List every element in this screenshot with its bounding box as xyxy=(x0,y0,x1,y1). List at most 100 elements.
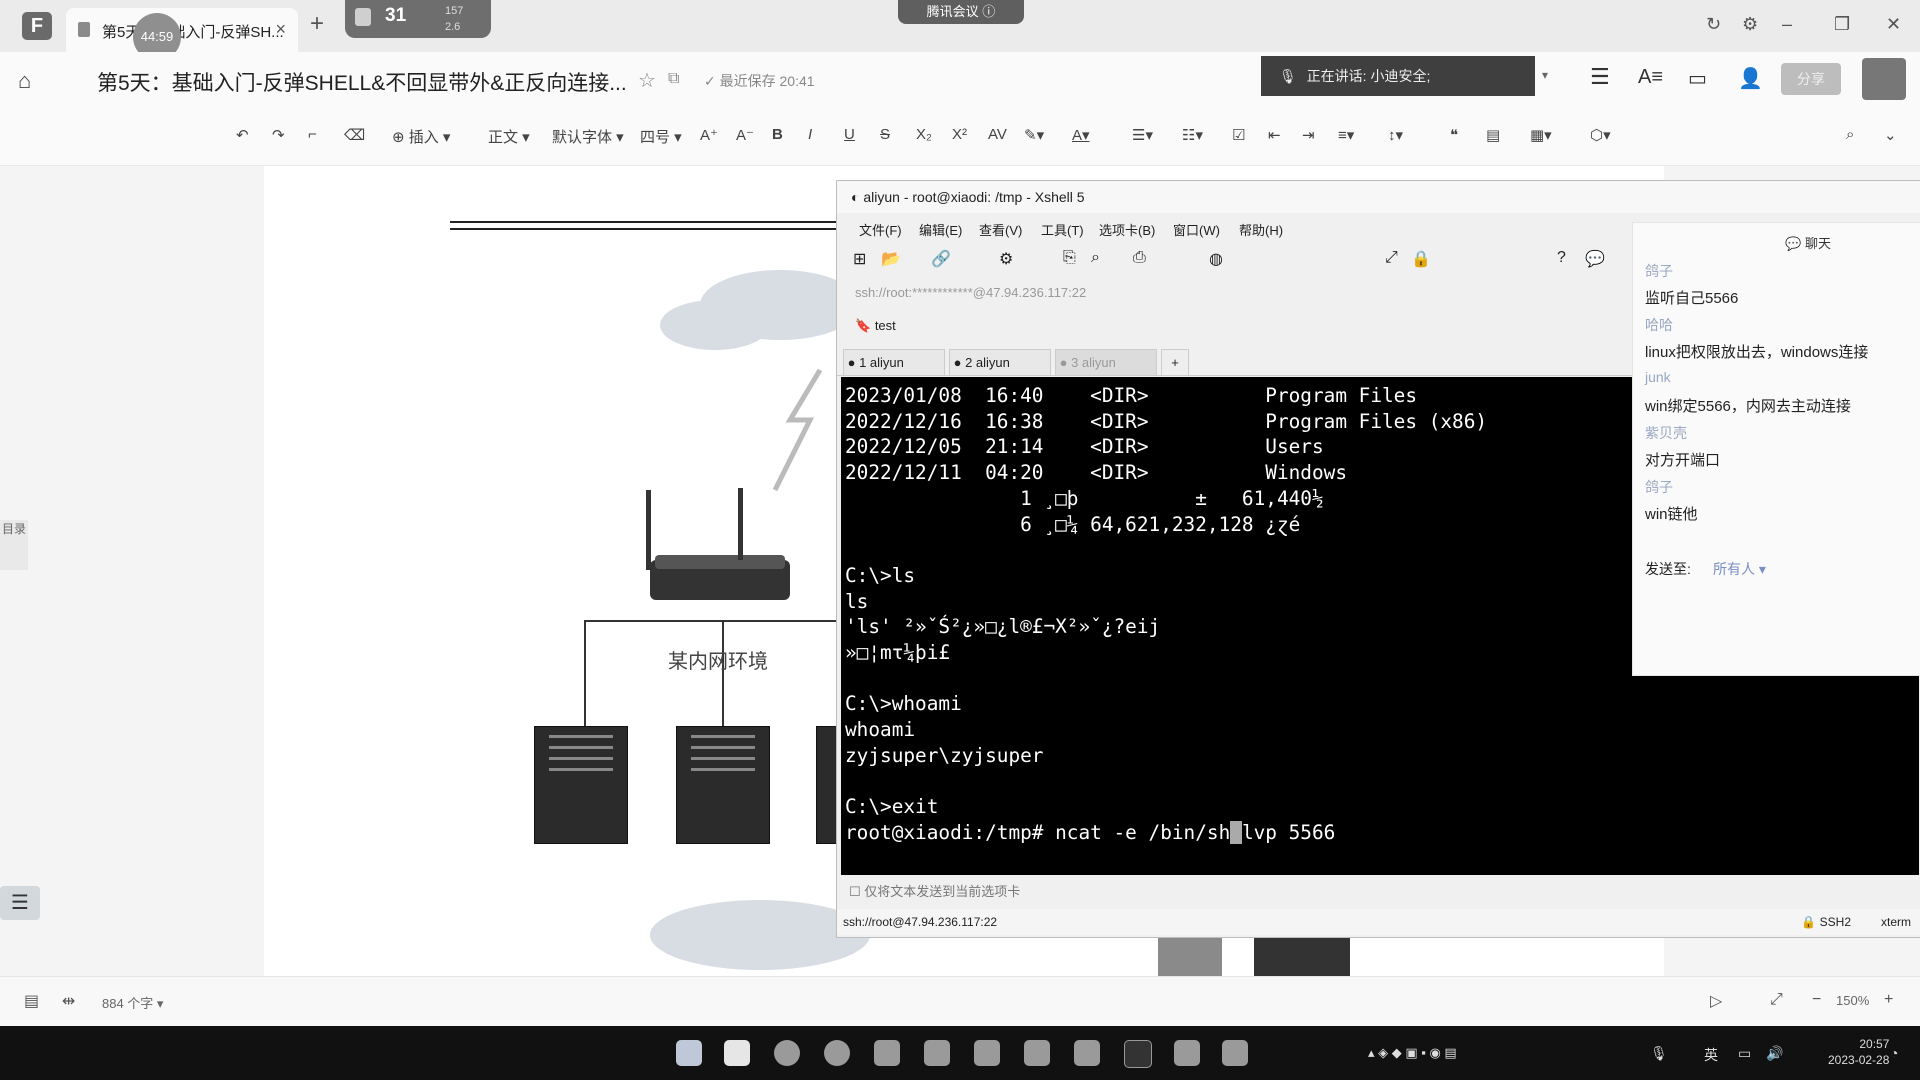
menu-file[interactable]: 文件(F) xyxy=(859,220,902,239)
style-select[interactable]: 正文 ▾ xyxy=(488,126,530,147)
menu-edit[interactable]: 编辑(E) xyxy=(919,220,962,239)
copy-icon[interactable]: ⎘ xyxy=(1063,249,1076,267)
photos-icon[interactable] xyxy=(974,1040,1000,1066)
app-icon[interactable] xyxy=(1174,1040,1200,1066)
network-icon[interactable]: ▭ xyxy=(1738,1045,1751,1062)
increase-font-icon[interactable]: A⁺ xyxy=(700,126,718,144)
char-spacing-icon[interactable]: AV xyxy=(988,126,1007,143)
send-to-select[interactable]: 所有人 ▾ xyxy=(1713,559,1766,579)
menu-tab[interactable]: 选项卡(B) xyxy=(1099,220,1155,239)
send-option[interactable]: ☐ 仅将文本发送到当前选项卡 xyxy=(841,877,1919,907)
globe-icon[interactable]: ◍ xyxy=(1209,249,1223,269)
align-icon[interactable]: ≡▾ xyxy=(1338,126,1354,144)
insert-button[interactable]: ⊕ 插入 ▾ xyxy=(392,126,450,147)
numbered-list-icon[interactable]: ☷▾ xyxy=(1182,126,1203,144)
eraser-icon[interactable]: ⌫ xyxy=(344,126,365,144)
present-icon[interactable]: ▭ xyxy=(1688,66,1707,91)
avatar[interactable] xyxy=(1862,58,1906,100)
outline-tab[interactable]: 目录 xyxy=(0,520,28,570)
menu-help[interactable]: 帮助(H) xyxy=(1239,220,1283,239)
connect-icon[interactable]: 🔗 xyxy=(931,249,951,269)
app-icon[interactable] xyxy=(874,1040,900,1066)
font-select[interactable]: 默认字体 ▾ xyxy=(552,126,624,147)
decrease-font-icon[interactable]: A⁻ xyxy=(736,126,754,144)
volume-icon[interactable]: 🔊 xyxy=(1766,1045,1783,1062)
refresh-icon[interactable]: ↻ xyxy=(1706,14,1721,35)
open-folder-icon[interactable]: 📂 xyxy=(881,249,901,269)
new-session-icon[interactable]: ⊞ xyxy=(853,249,866,269)
app-logo-icon[interactable]: F xyxy=(22,12,52,40)
checkbox-icon[interactable]: ☑ xyxy=(1232,126,1245,144)
block-icon[interactable]: ▤ xyxy=(1486,126,1500,144)
zoom-in-icon[interactable]: + xyxy=(1884,991,1893,1009)
line-spacing-icon[interactable]: ↕▾ xyxy=(1388,126,1403,144)
restore-icon[interactable]: ❐ xyxy=(1834,14,1850,35)
edge-icon[interactable] xyxy=(774,1040,800,1066)
doc-tab[interactable]: 第5天：基础入门-反弹SH... × xyxy=(66,8,298,52)
list-view-button[interactable]: ☰ xyxy=(0,886,40,920)
tray-icons[interactable]: ▴ ◈ ◆ ▣ ▪ ◉ ▤ xyxy=(1368,1045,1457,1061)
quote-icon[interactable]: ❝ xyxy=(1450,126,1458,144)
zoom-out-icon[interactable]: − xyxy=(1812,991,1821,1009)
share-button[interactable]: 分享 xyxy=(1781,63,1841,95)
bookmark-test[interactable]: test xyxy=(875,318,896,333)
bold-icon[interactable]: B xyxy=(772,126,783,143)
undo-icon[interactable]: ↶ xyxy=(236,126,249,144)
meeting-app-icon[interactable] xyxy=(1222,1040,1248,1066)
size-select[interactable]: 四号 ▾ xyxy=(640,126,682,147)
clock[interactable]: 20:57 2023-02-28 xyxy=(1828,1036,1889,1068)
highlight-icon[interactable]: ✎▾ xyxy=(1024,126,1044,144)
plugin-icon[interactable]: ⬡▾ xyxy=(1590,126,1611,144)
minimize-icon[interactable]: – xyxy=(1782,14,1792,35)
new-tab-icon[interactable]: + xyxy=(310,10,324,38)
meeting-badge[interactable]: 腾讯会议 ⓘ xyxy=(898,0,1024,24)
collapse-icon[interactable]: ⌄ xyxy=(1884,126,1897,144)
redo-icon[interactable]: ↷ xyxy=(272,126,285,144)
strikethrough-icon[interactable]: S xyxy=(880,126,890,143)
browser-icon[interactable] xyxy=(824,1040,850,1066)
fullscreen-icon[interactable]: ⤢ xyxy=(1770,991,1783,1009)
close-tab-icon[interactable]: × xyxy=(275,19,286,40)
italic-icon[interactable]: I xyxy=(808,126,812,143)
chevron-down-icon[interactable]: ▾ xyxy=(1542,68,1548,82)
menu-view[interactable]: 查看(V) xyxy=(979,220,1022,239)
docs-app-icon[interactable] xyxy=(924,1040,950,1066)
move-icon[interactable]: ⧉ xyxy=(668,70,679,88)
superscript-icon[interactable]: X² xyxy=(952,126,967,143)
table-icon[interactable]: ▦▾ xyxy=(1530,126,1552,144)
explorer-icon[interactable] xyxy=(724,1040,750,1066)
settings-icon[interactable]: ⚙ xyxy=(1742,14,1758,35)
collaborator-icon[interactable]: 👤 xyxy=(1738,66,1763,91)
print-icon[interactable]: ⎙ xyxy=(1133,249,1146,267)
home-icon[interactable]: ⌂ xyxy=(18,68,31,94)
star-icon[interactable]: ☆ xyxy=(638,68,656,93)
font-color-icon[interactable]: A▾ xyxy=(1072,126,1090,144)
menu-icon[interactable]: ☰ xyxy=(1590,64,1610,90)
start-icon[interactable] xyxy=(676,1040,702,1066)
underline-icon[interactable]: U xyxy=(844,126,855,143)
search-icon[interactable]: ⌕ xyxy=(1846,126,1854,143)
session-tab-2[interactable]: ● 2 aliyun xyxy=(949,349,1051,375)
ime-indicator[interactable]: 英 xyxy=(1704,1045,1718,1065)
page-layout-icon[interactable]: ⇹ xyxy=(62,991,75,1011)
fullscreen-icon[interactable]: ⤢ xyxy=(1385,249,1398,267)
lock-icon[interactable]: 🔒 xyxy=(1411,249,1431,269)
close-window-icon[interactable]: ✕ xyxy=(1886,14,1901,35)
bullet-list-icon[interactable]: ☰▾ xyxy=(1132,126,1153,144)
menu-window[interactable]: 窗口(W) xyxy=(1173,220,1220,239)
checkbox-icon[interactable]: ☐ xyxy=(849,884,861,899)
font-size-icon[interactable]: A≡ xyxy=(1638,66,1663,89)
help-icon[interactable]: ? xyxy=(1557,249,1566,267)
outdent-icon[interactable]: ⇤ xyxy=(1268,126,1281,144)
notification-icon[interactable]: ◔ xyxy=(1890,1045,1898,1061)
subscript-icon[interactable]: X₂ xyxy=(916,126,932,143)
add-tab-icon[interactable]: + xyxy=(1161,349,1189,375)
find-icon[interactable]: ⌕ xyxy=(1091,249,1100,267)
menu-tools[interactable]: 工具(T) xyxy=(1041,220,1084,239)
format-painter-icon[interactable]: ⌐ xyxy=(308,126,317,143)
app-icon[interactable] xyxy=(1074,1040,1100,1066)
word-count[interactable]: 884 个字 ▾ xyxy=(102,993,163,1012)
chat-icon[interactable]: 💬 xyxy=(1585,249,1605,269)
play-icon[interactable]: ▷ xyxy=(1710,991,1722,1011)
outline-icon[interactable]: ▤ xyxy=(24,991,39,1011)
